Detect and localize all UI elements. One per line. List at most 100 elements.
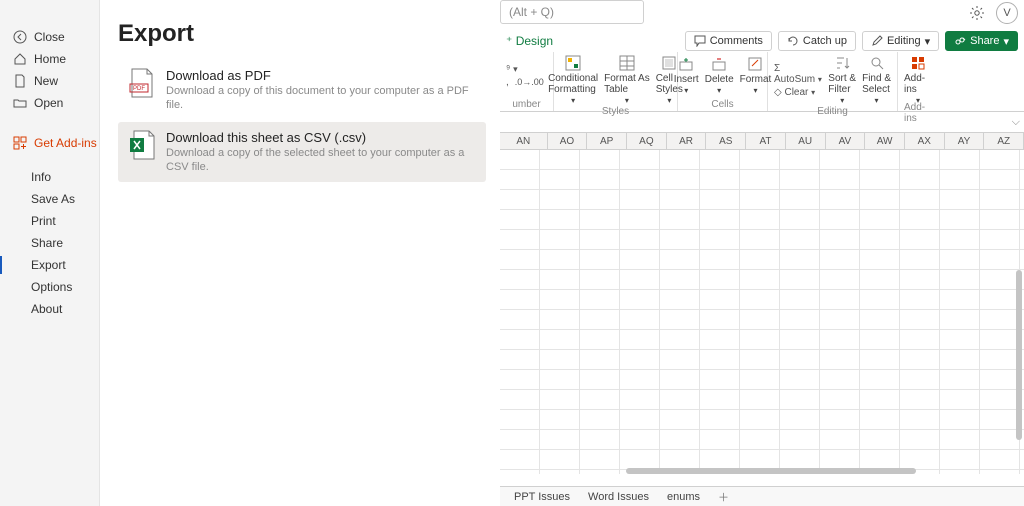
column-header[interactable]: AR <box>667 133 707 149</box>
clear-button[interactable]: ◇ Clear ▾ <box>774 87 822 98</box>
export-option-sub: Download a copy of this document to your… <box>166 84 476 112</box>
settings-button[interactable] <box>968 4 986 22</box>
column-header-row: AN AO AP AQ AR AS AT AU AV AW AX AY AZ <box>500 132 1024 150</box>
comments-button[interactable]: Comments <box>685 31 772 51</box>
sheet-tab-bar: PPT Issues Word Issues enums ＋ <box>500 486 1024 506</box>
column-header[interactable]: AY <box>945 133 985 149</box>
sidebar-label: Home <box>34 52 66 66</box>
file-icon <box>12 73 28 89</box>
page-title: Export <box>118 20 486 48</box>
export-option-sub: Download a copy of the selected sheet to… <box>166 146 476 174</box>
ribbon-group-cells: Cells <box>684 97 761 111</box>
column-header[interactable]: AZ <box>984 133 1024 149</box>
chevron-down-icon: ⌵ <box>1012 116 1020 128</box>
ribbon-collapse-button[interactable]: ⌵ <box>1012 116 1020 129</box>
addins-icon <box>12 135 28 151</box>
conditional-formatting-button[interactable]: Conditional Formatting▾ <box>548 54 598 106</box>
sidebar-item-home[interactable]: Home <box>0 48 99 70</box>
excel-underlay: (Alt + Q) V ⁺ Design Comments Catch up E… <box>500 0 1024 506</box>
sidebar-item-close[interactable]: Close <box>0 26 99 48</box>
backstage-sidebar: Close Home New Open Get Add-ins Info Sav… <box>0 0 100 506</box>
delete-cells-button[interactable]: Delete▾ <box>705 55 734 96</box>
spreadsheet-grid[interactable] <box>500 150 1024 474</box>
home-icon <box>12 51 28 67</box>
back-icon <box>12 29 28 45</box>
share-button[interactable]: Share ▾ <box>945 31 1018 51</box>
sidebar-label: Info <box>31 170 51 184</box>
column-header[interactable]: AP <box>587 133 627 149</box>
column-header[interactable]: AT <box>746 133 786 149</box>
export-option-csv[interactable]: Download this sheet as CSV (.csv) Downlo… <box>118 122 486 182</box>
column-header[interactable]: AS <box>706 133 746 149</box>
sheet-tab[interactable]: PPT Issues <box>514 491 570 503</box>
sidebar-label: About <box>31 302 62 316</box>
horizontal-scrollbar[interactable] <box>626 468 916 474</box>
column-header[interactable]: AO <box>548 133 588 149</box>
insert-cells-button[interactable]: Insert▾ <box>674 55 699 96</box>
export-option-pdf[interactable]: PDF Download as PDF Download a copy of t… <box>118 60 486 120</box>
sidebar-label: Get Add-ins <box>34 136 97 150</box>
new-sheet-button[interactable]: ＋ <box>718 489 729 505</box>
svg-text:PDF: PDF <box>133 86 145 92</box>
sidebar-item-info[interactable]: Info <box>0 166 99 188</box>
sidebar-label: Open <box>34 96 63 110</box>
column-header[interactable]: AQ <box>627 133 667 149</box>
sort-icon <box>833 54 851 72</box>
autosum-button[interactable]: Σ AutoSum ▾ <box>774 63 822 85</box>
folder-icon <box>12 95 28 111</box>
sidebar-item-saveas[interactable]: Save As <box>0 188 99 210</box>
ribbon-group-number: umber <box>506 97 547 111</box>
insert-icon <box>677 55 695 73</box>
format-table-button[interactable]: Format As Table▾ <box>604 54 650 106</box>
decimal-inc-icon[interactable]: .0→.00 <box>515 77 544 88</box>
export-option-title: Download as PDF <box>166 68 476 84</box>
sidebar-label: Save As <box>31 192 75 206</box>
catchup-button[interactable]: Catch up <box>778 31 856 51</box>
column-header[interactable]: AW <box>865 133 905 149</box>
search-placeholder: (Alt + Q) <box>509 5 554 19</box>
sidebar-item-export[interactable]: Export <box>0 254 99 276</box>
sidebar-item-about[interactable]: About <box>0 298 99 320</box>
comment-icon <box>694 35 706 47</box>
sidebar-label: Print <box>31 214 56 228</box>
export-option-title: Download this sheet as CSV (.csv) <box>166 130 476 146</box>
search-input[interactable]: (Alt + Q) <box>500 0 644 24</box>
catchup-icon <box>787 35 799 47</box>
sidebar-item-options[interactable]: Options <box>0 276 99 298</box>
editing-button[interactable]: Editing ▾ <box>862 31 939 51</box>
ribbon-group-addins: Add-ins <box>904 106 932 120</box>
table-icon <box>618 54 636 72</box>
sheet-tab[interactable]: Word Issues <box>588 491 649 503</box>
chevron-down-icon: ▾ <box>1003 35 1009 48</box>
sidebar-label: Share <box>31 236 63 250</box>
pencil-icon <box>871 35 883 47</box>
sidebar-label: Export <box>31 258 66 272</box>
format-icon <box>746 55 764 73</box>
avatar[interactable]: V <box>996 2 1018 24</box>
avatar-initial: V <box>1003 7 1010 19</box>
column-header[interactable]: AV <box>826 133 866 149</box>
vertical-scrollbar[interactable] <box>1016 270 1022 440</box>
sidebar-item-addins[interactable]: Get Add-ins <box>0 132 99 154</box>
sidebar-item-new[interactable]: New <box>0 70 99 92</box>
tab-design[interactable]: ⁺ Design <box>500 34 553 48</box>
sidebar-label: Options <box>31 280 72 294</box>
comma-icon[interactable]: , <box>506 77 509 88</box>
sidebar-item-open[interactable]: Open <box>0 92 99 114</box>
format-cells-button[interactable]: Format▾ <box>740 55 772 96</box>
addins-button[interactable]: Add-ins▾ <box>904 54 932 106</box>
sort-filter-button[interactable]: Sort & Filter▾ <box>828 54 856 106</box>
find-icon <box>868 54 886 72</box>
column-header[interactable]: AU <box>786 133 826 149</box>
sidebar-label: Close <box>34 30 65 44</box>
addins-icon <box>909 54 927 72</box>
ribbon: ⁹ ▾ , .0→.00 umber Conditional Formattin… <box>500 52 1024 112</box>
column-header[interactable]: AX <box>905 133 945 149</box>
column-header[interactable]: AN <box>500 133 548 149</box>
ribbon-group-editing: Editing <box>774 106 891 117</box>
sheet-tab[interactable]: enums <box>667 491 700 503</box>
find-select-button[interactable]: Find & Select▾ <box>862 54 891 106</box>
chevron-down-icon: ▾ <box>925 35 931 48</box>
sidebar-item-print[interactable]: Print <box>0 210 99 232</box>
sidebar-item-share[interactable]: Share <box>0 232 99 254</box>
